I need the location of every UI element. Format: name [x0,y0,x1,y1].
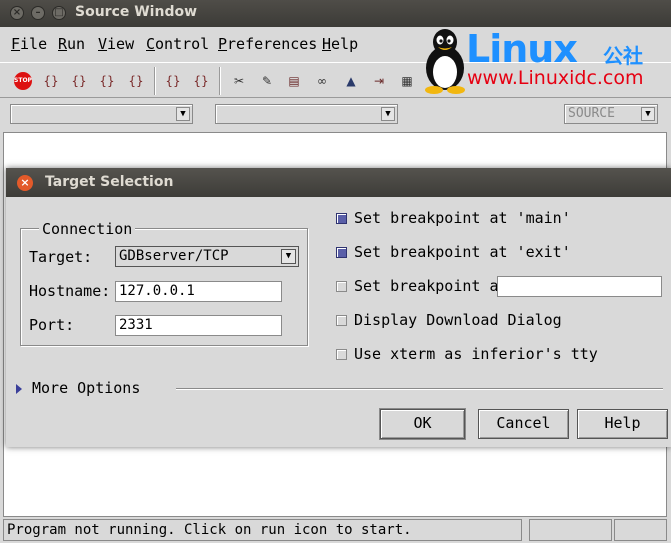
menu-help[interactable]: Help [322,35,358,53]
watermark-brand-cn: 公社 [603,44,643,68]
bp-exit-checkbox[interactable] [336,247,347,258]
hostname-label: Hostname: [29,282,111,300]
bp-at-checkbox[interactable] [336,281,347,292]
menu-view[interactable]: View [98,35,134,53]
nexti-icon[interactable]: {} [192,72,210,90]
dialog-title: Target Selection [45,174,174,190]
bp-exit-label: Set breakpoint at 'exit' [354,243,571,261]
continue-icon[interactable]: {} [127,72,145,90]
status-pane [614,519,667,541]
target-value: GDBserver/TCP [119,248,229,264]
status-text: Program not running. Click on run icon t… [7,522,412,538]
up-icon[interactable]: ✂ [230,72,248,90]
watermark-brand: Linux [466,27,578,71]
chevron-down-icon[interactable]: ▼ [281,249,296,264]
finish-icon[interactable]: {} [98,72,116,90]
watch-icon[interactable]: ▦ [398,72,416,90]
menu-control[interactable]: Control [146,35,209,53]
download-dialog-checkbox[interactable] [336,315,347,326]
file-combo[interactable]: ▼ [10,104,193,124]
maximize-icon[interactable]: □ [52,6,66,20]
bp-main-checkbox[interactable] [336,213,347,224]
target-label: Target: [29,248,93,266]
step-icon[interactable]: {} [42,72,60,90]
menu-run[interactable]: Run [58,35,85,53]
minimize-icon[interactable]: – [31,6,45,20]
registers-icon[interactable]: ∞ [313,72,331,90]
window-titlebar: × – □ Source Window [0,0,671,27]
next-icon[interactable]: {} [70,72,88,90]
menu-file[interactable]: File [11,35,47,53]
cancel-button[interactable]: Cancel [478,409,569,439]
triangle-right-icon[interactable] [16,384,22,394]
ok-button[interactable]: OK [380,409,465,439]
bottom-icon[interactable]: ▤ [285,72,303,90]
stepi-icon[interactable]: {} [164,72,182,90]
status-pane [529,519,612,541]
source-mode-combo[interactable]: SOURCE ▼ [564,104,658,124]
memory-icon[interactable]: ▲ [342,72,360,90]
xterm-checkbox[interactable] [336,349,347,360]
toolbar-separator [219,67,221,95]
function-combo[interactable]: ▼ [215,104,398,124]
target-select[interactable]: GDBserver/TCP ▼ [115,246,299,267]
source-mode-value: SOURCE [568,106,615,121]
window-title: Source Window [75,4,198,20]
dialog-titlebar: × Target Selection [6,168,671,197]
bp-at-input[interactable] [497,276,662,297]
port-input[interactable]: 2331 [115,315,282,336]
bp-main-label: Set breakpoint at 'main' [354,209,571,227]
target-selection-dialog: × Target Selection Connection Target: GD… [6,168,671,447]
hostname-input[interactable]: 127.0.0.1 [115,281,282,302]
stop-icon[interactable]: STOP [14,72,32,90]
menu-preferences[interactable]: Preferences [218,35,317,53]
toolbar-separator [154,67,156,95]
chevron-down-icon[interactable]: ▼ [176,107,190,121]
close-icon[interactable]: × [17,175,33,191]
chevron-down-icon[interactable]: ▼ [641,107,655,121]
more-options-toggle[interactable]: More Options [32,379,140,397]
separator [176,388,663,390]
connection-legend: Connection [39,220,136,238]
xterm-label: Use xterm as inferior's tty [354,345,598,363]
close-icon[interactable]: × [10,6,24,20]
stack-icon[interactable]: ⇥ [370,72,388,90]
port-label: Port: [29,316,75,334]
bp-at-label: Set breakpoint at [354,277,508,295]
chevron-down-icon[interactable]: ▼ [381,107,395,121]
help-button[interactable]: Help [577,409,668,439]
status-bar: Program not running. Click on run icon t… [3,519,522,541]
watermark-url: www.Linuxidc.com [467,67,644,89]
download-dialog-label: Display Download Dialog [354,311,562,329]
down-icon[interactable]: ✎ [258,72,276,90]
